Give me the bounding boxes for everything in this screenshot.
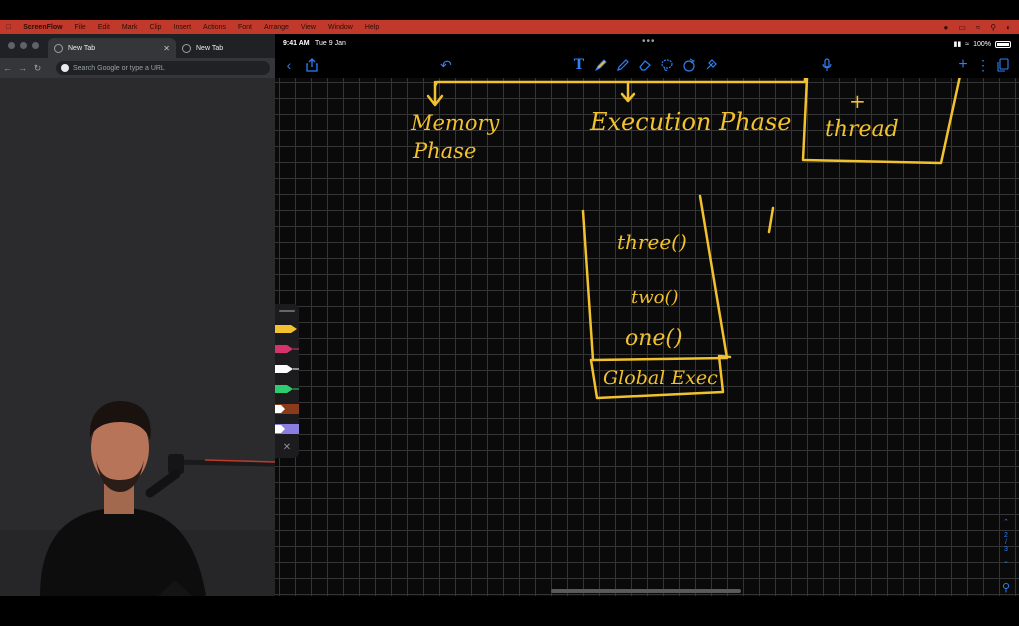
browser-toolbar: ← → ↻ Search Google or type a URL [0,58,275,78]
memory-label: Memory [410,111,501,135]
menu-window[interactable]: Window [328,24,353,31]
close-window-button[interactable] [8,42,15,49]
screen-icon[interactable]: ▭ [958,23,966,32]
menu-file[interactable]: File [75,24,86,31]
back-icon[interactable]: ‹ [281,57,297,73]
thread-label: thread [825,117,899,142]
add-page-icon[interactable]: + [955,56,971,73]
browser-tabbar: New Tab ✕ New Tab [0,34,275,58]
global-exec-label: Global Exec [603,367,718,389]
chrome-favicon-icon [54,43,63,53]
mac-menubar:  ScreenFlow File Edit Mark Clip Insert … [0,0,1019,34]
ipad-screen: 9:41 AM Tue 9 Jan ••• ▮▮ ≈ 100% ‹ ↶ T + … [275,36,1019,596]
pen-white[interactable] [275,364,299,374]
chevron-up-icon[interactable]: ⌃ [999,518,1013,526]
webcam-overlay [0,380,276,596]
plus-label: + [849,89,866,113]
stray-stroke [767,206,775,234]
pen-green[interactable] [275,384,299,394]
browser-tab-2[interactable]: New Tab [178,38,268,58]
stack-frame-one: one() [625,326,683,351]
wifi-icon[interactable]: ≈ [976,23,980,32]
pen-pink[interactable] [275,344,299,354]
status-date: Tue 9 Jan [315,40,346,47]
text-tool-icon[interactable]: T [571,57,587,73]
cellular-icon: ▮▮ [953,41,962,48]
page-total: 3 [1004,546,1008,553]
arrow-to-memory [426,80,444,107]
back-arrow-icon[interactable]: ← [0,63,15,73]
pen-palette: ✕ [275,304,299,458]
bracket-line [433,78,807,88]
chevron-down-icon[interactable]: ⌄ [999,557,1013,565]
multitasking-dots-icon[interactable]: ••• [642,36,656,47]
handwriting-layer: Memory Phase Execution Phase + thread th… [410,78,961,400]
forward-arrow-icon[interactable]: → [15,63,30,73]
notes-canvas[interactable]: Memory Phase Execution Phase + thread th… [275,78,1019,596]
menu-edit[interactable]: Edit [98,24,110,31]
menubar-status-icons: ● ▭ ≈ ⚲ ◐ [944,20,1012,34]
menu-help[interactable]: Help [365,24,379,31]
minimize-window-button[interactable] [20,42,27,49]
eraser-icon[interactable] [637,57,653,73]
wifi-icon: ≈ [965,40,970,48]
share-icon[interactable] [303,57,321,73]
chrome-favicon-icon [182,43,191,53]
highlighter-purple[interactable] [275,424,299,434]
menu-font[interactable]: Font [238,24,252,31]
highlighter-brown[interactable] [275,404,299,414]
menubar-items:  ScreenFlow File Edit Mark Clip Insert … [0,20,379,34]
menubar-app-name[interactable]: ScreenFlow [23,24,62,31]
laser-pointer-icon[interactable] [703,57,719,73]
notes-toolbar: ‹ ↶ T + ⋮ [275,52,1019,78]
address-bar[interactable]: Search Google or type a URL [56,61,270,75]
control-center-icon[interactable]: ◐ [1006,23,1011,32]
arrow-to-execution [620,80,636,103]
apple-icon[interactable]:  [6,24,11,31]
ipad-status-bar: 9:41 AM Tue 9 Jan ••• ▮▮ ≈ 100% [275,36,1019,52]
undo-icon[interactable]: ↶ [437,57,455,73]
address-bar-placeholder: Search Google or type a URL [73,64,165,72]
menu-actions[interactable]: Actions [203,24,226,31]
battery-icon [995,40,1011,48]
record-icon[interactable]: ● [944,23,949,32]
status-right: ▮▮ ≈ 100% [954,40,1011,48]
zoom-icon[interactable]: ⚲ [999,581,1013,594]
reload-icon[interactable]: ↻ [30,63,45,74]
google-icon [61,64,69,72]
menu-view[interactable]: View [301,24,316,31]
pen-icon[interactable] [615,57,631,73]
stack-frame-three: three() [617,230,687,254]
battery-percent: 100% [973,40,991,48]
page-current: 2 [1004,532,1008,539]
zoom-window-button[interactable] [32,42,39,49]
tab-label: New Tab [196,44,224,52]
lasso-icon[interactable] [659,57,675,73]
pages-icon[interactable] [995,57,1011,73]
close-tab-icon[interactable]: ✕ [163,44,170,53]
microphone-icon[interactable] [819,57,835,73]
browser-tab-1[interactable]: New Tab ✕ [48,38,176,58]
more-icon[interactable]: ⋮ [976,57,990,73]
close-palette-icon[interactable]: ✕ [275,442,299,453]
home-indicator[interactable] [551,589,741,593]
menu-mark[interactable]: Mark [122,24,138,31]
menu-arrange[interactable]: Arrange [264,24,289,31]
pen-yellow[interactable] [275,324,299,334]
phase-label: Phase [412,139,476,163]
stack-frame-two: two() [631,287,679,308]
letterbox-bottom [0,596,1019,626]
tab-label: New Tab [68,44,96,52]
palette-grabber[interactable] [279,310,295,312]
search-icon[interactable]: ⚲ [990,23,996,32]
shapes-icon[interactable] [681,57,697,73]
highlighter-icon[interactable] [593,57,609,73]
menu-insert[interactable]: Insert [174,24,192,31]
page-indicator[interactable]: ⌃ 2 / 3 ⌄ ⚲ [999,518,1013,594]
menu-clip[interactable]: Clip [149,24,161,31]
window-controls [8,42,39,49]
page-separator: / [1005,539,1007,546]
execution-phase-label: Execution Phase [589,108,791,136]
status-time: 9:41 AM [283,40,310,47]
